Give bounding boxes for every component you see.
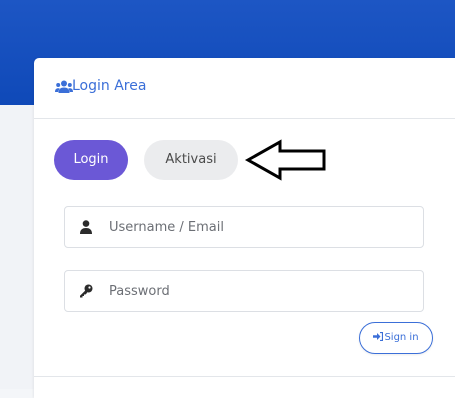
card-header: Login Area (34, 58, 455, 119)
card-title: Login Area (72, 78, 147, 94)
key-icon (80, 284, 93, 298)
password-field[interactable] (64, 270, 424, 312)
login-card: Login Area Login Aktivasi Sign in (34, 58, 455, 398)
left-arrow-icon (244, 139, 326, 181)
user-icon (80, 220, 92, 234)
username-field[interactable] (64, 206, 424, 248)
username-input[interactable] (109, 207, 409, 247)
page-background (0, 105, 34, 389)
sign-in-icon (373, 332, 384, 341)
users-icon (55, 80, 73, 93)
tab-aktivasi[interactable]: Aktivasi (144, 140, 238, 180)
sign-in-button[interactable]: Sign in (359, 322, 433, 354)
divider (34, 376, 455, 377)
sign-in-label: Sign in (384, 332, 419, 343)
tab-login[interactable]: Login (54, 140, 128, 180)
password-input[interactable] (109, 271, 409, 311)
